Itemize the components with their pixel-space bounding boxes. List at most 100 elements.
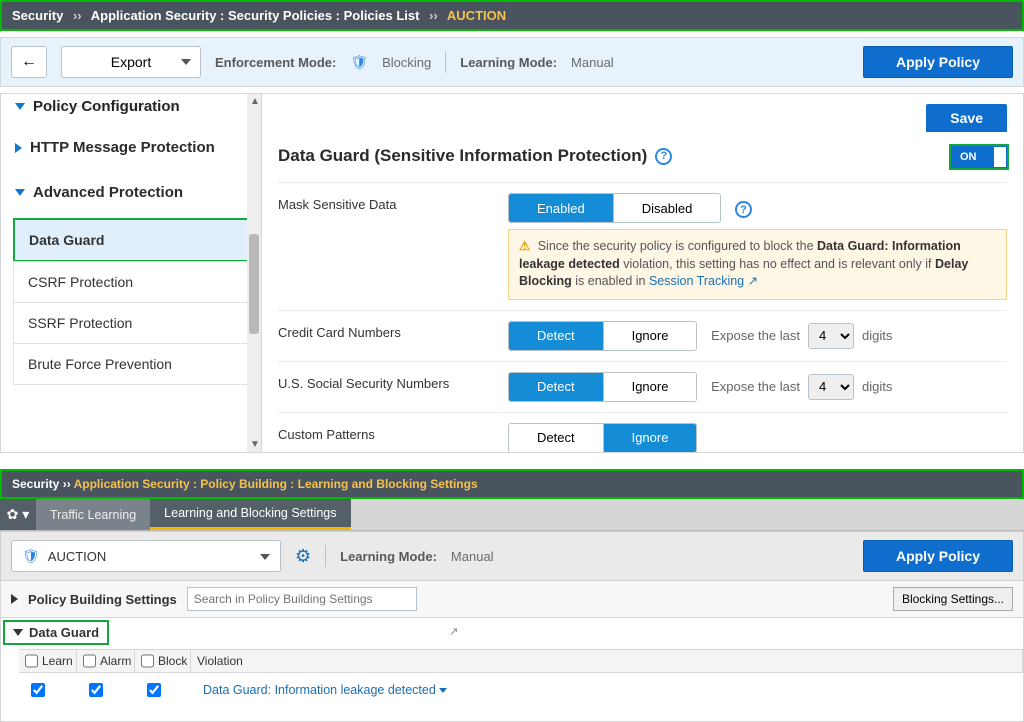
breadcrumb-bottom: Security ›› Application Security : Polic… xyxy=(0,469,1024,499)
segmented-mask: Enabled Disabled xyxy=(508,193,721,223)
col-label: Violation xyxy=(197,654,243,668)
sidebar-item-brute-force[interactable]: Brute Force Prevention xyxy=(13,343,249,385)
toggle-knob xyxy=(994,147,1006,167)
notice-text: is enabled in xyxy=(575,274,649,288)
sidebar-item-csrf[interactable]: CSRF Protection xyxy=(13,261,249,303)
scroll-down-icon[interactable]: ▼ xyxy=(250,439,260,450)
notice-text: violation, this setting has no effect an… xyxy=(623,257,935,271)
session-tracking-link[interactable]: Session Tracking ↗ xyxy=(649,274,758,288)
learning-mode-label: Learning Mode: xyxy=(340,549,437,564)
tab-label: Learning and Blocking Settings xyxy=(164,506,336,520)
tabs-row: ✿ ▾ Traffic Learning Learning and Blocki… xyxy=(0,499,1024,531)
apply-policy-button[interactable]: Apply Policy xyxy=(863,46,1013,78)
back-button[interactable]: ← xyxy=(11,46,47,78)
alarm-header-checkbox[interactable] xyxy=(83,654,96,668)
row-mask-sensitive-data: Mask Sensitive Data Enabled Disabled ? ⚠… xyxy=(278,182,1007,310)
sidebar-item-label: Data Guard xyxy=(29,232,104,248)
scroll-thumb[interactable] xyxy=(249,234,259,334)
crumb-mid[interactable]: Application Security : Security Policies… xyxy=(91,8,420,23)
chevron-right-icon[interactable] xyxy=(11,594,18,604)
policy-building-settings-label[interactable]: Policy Building Settings xyxy=(28,592,177,607)
blocking-settings-button[interactable]: Blocking Settings... xyxy=(893,587,1013,611)
sidebar-item-ssrf[interactable]: SSRF Protection xyxy=(13,302,249,344)
page-title: Data Guard (Sensitive Information Protec… xyxy=(278,146,1007,166)
crumb-root[interactable]: Security xyxy=(12,8,63,23)
block-row-checkbox[interactable] xyxy=(147,683,161,697)
learn-header-checkbox[interactable] xyxy=(25,654,38,668)
enforcement-mode-label: Enforcement Mode: xyxy=(215,55,336,70)
setting-label: Credit Card Numbers xyxy=(278,321,508,340)
col-label: Block xyxy=(158,654,187,668)
ssn-detect-button[interactable]: Detect xyxy=(509,373,603,401)
feature-toggle[interactable]: ON xyxy=(949,144,1009,170)
learning-mode-value: Manual xyxy=(571,55,614,70)
learn-row-checkbox[interactable] xyxy=(31,683,45,697)
segmented-custom: Detect Ignore xyxy=(508,423,697,453)
col-learn: Learn xyxy=(19,650,77,672)
notice-text: Since the security policy is configured … xyxy=(538,239,817,253)
gear-icon[interactable]: ⚙ xyxy=(295,546,311,567)
cc-digits-select[interactable]: 4 xyxy=(808,323,854,349)
toggle-on-state: ON xyxy=(951,146,1007,168)
ssn-digits-select[interactable]: 4 xyxy=(808,374,854,400)
violations-table: Learn Alarm Block Violation Data Guard: … xyxy=(19,649,1023,707)
col-violation: Violation xyxy=(191,650,1023,672)
search-input[interactable] xyxy=(187,587,417,611)
group-data-guard-header[interactable]: Data Guard xyxy=(3,620,109,645)
crumb2-root[interactable]: Security xyxy=(12,477,59,491)
crumb-leaf: AUCTION xyxy=(447,8,506,23)
crumb-sep: ›› xyxy=(73,8,82,23)
col-alarm: Alarm xyxy=(77,650,135,672)
warning-icon: ⚠ xyxy=(519,239,530,253)
setting-label: Mask Sensitive Data xyxy=(278,193,508,212)
custom-ignore-button[interactable]: Ignore xyxy=(604,424,697,452)
mask-disabled-button[interactable]: Disabled xyxy=(614,194,721,222)
tab-learning-blocking[interactable]: Learning and Blocking Settings xyxy=(150,499,350,530)
export-label: Export xyxy=(111,54,151,70)
segmented-cc: Detect Ignore xyxy=(508,321,697,351)
sidebar-item-policy-configuration[interactable]: Policy Configuration xyxy=(1,94,261,125)
ssn-ignore-button[interactable]: Ignore xyxy=(604,373,697,401)
export-button[interactable]: Export xyxy=(61,46,201,78)
toolbar-top: ← Export Enforcement Mode: 🛡 Blocking Le… xyxy=(0,37,1024,87)
learning-mode-value: Manual xyxy=(451,549,494,564)
sidebar-item-http-protection[interactable]: HTTP Message Protection xyxy=(1,125,261,170)
export-dropdown[interactable]: Export xyxy=(61,46,201,78)
setting-label: Custom Patterns xyxy=(278,423,508,442)
sidebar-scrollbar[interactable]: ▲ ▼ xyxy=(247,94,261,452)
chevron-down-icon xyxy=(439,688,447,693)
apply-policy-button-2[interactable]: Apply Policy xyxy=(863,540,1013,572)
toolbar-bottom: 🛡 AUCTION ⚙ Learning Mode: Manual Apply … xyxy=(0,531,1024,581)
tab-settings-gear[interactable]: ✿ ▾ xyxy=(0,499,36,530)
violation-text: Data Guard: Information leakage detected xyxy=(203,683,436,697)
scroll-up-icon[interactable]: ▲ xyxy=(250,96,260,107)
tab-traffic-learning[interactable]: Traffic Learning xyxy=(36,499,150,530)
sidebar-item-data-guard[interactable]: Data Guard xyxy=(13,218,249,262)
alarm-row-checkbox[interactable] xyxy=(89,683,103,697)
row-credit-card: Credit Card Numbers Detect Ignore Expose… xyxy=(278,310,1007,361)
chevron-down-icon xyxy=(15,103,25,110)
violation-link[interactable]: Data Guard: Information leakage detected xyxy=(203,683,447,697)
toggle-label: ON xyxy=(960,151,977,163)
chevron-down-icon xyxy=(13,629,23,636)
tab-label: Traffic Learning xyxy=(50,508,136,522)
row-custom-patterns: Custom Patterns Detect Ignore xyxy=(278,412,1007,454)
mask-enabled-button[interactable]: Enabled xyxy=(509,194,613,222)
crumb2-rest[interactable]: Application Security : Policy Building :… xyxy=(74,477,478,491)
help-icon[interactable]: ? xyxy=(655,148,672,165)
filter-row: Policy Building Settings Blocking Settin… xyxy=(0,581,1024,618)
chevron-down-icon xyxy=(181,59,191,65)
save-button[interactable]: Save xyxy=(926,104,1007,132)
sidebar-item-label: CSRF Protection xyxy=(28,274,133,290)
block-header-checkbox[interactable] xyxy=(141,654,154,668)
col-label: Learn xyxy=(42,654,73,668)
sidebar: Policy Configuration HTTP Message Protec… xyxy=(0,93,262,453)
custom-detect-button[interactable]: Detect xyxy=(509,424,603,452)
cc-ignore-button[interactable]: Ignore xyxy=(604,322,697,350)
sidebar-item-advanced-protection[interactable]: Advanced Protection xyxy=(1,170,261,215)
policy-dropdown[interactable]: 🛡 AUCTION xyxy=(11,540,281,572)
cc-detect-button[interactable]: Detect xyxy=(509,322,603,350)
divider xyxy=(325,545,326,567)
popout-icon[interactable]: ↗ xyxy=(449,625,458,638)
help-icon[interactable]: ? xyxy=(735,201,752,218)
